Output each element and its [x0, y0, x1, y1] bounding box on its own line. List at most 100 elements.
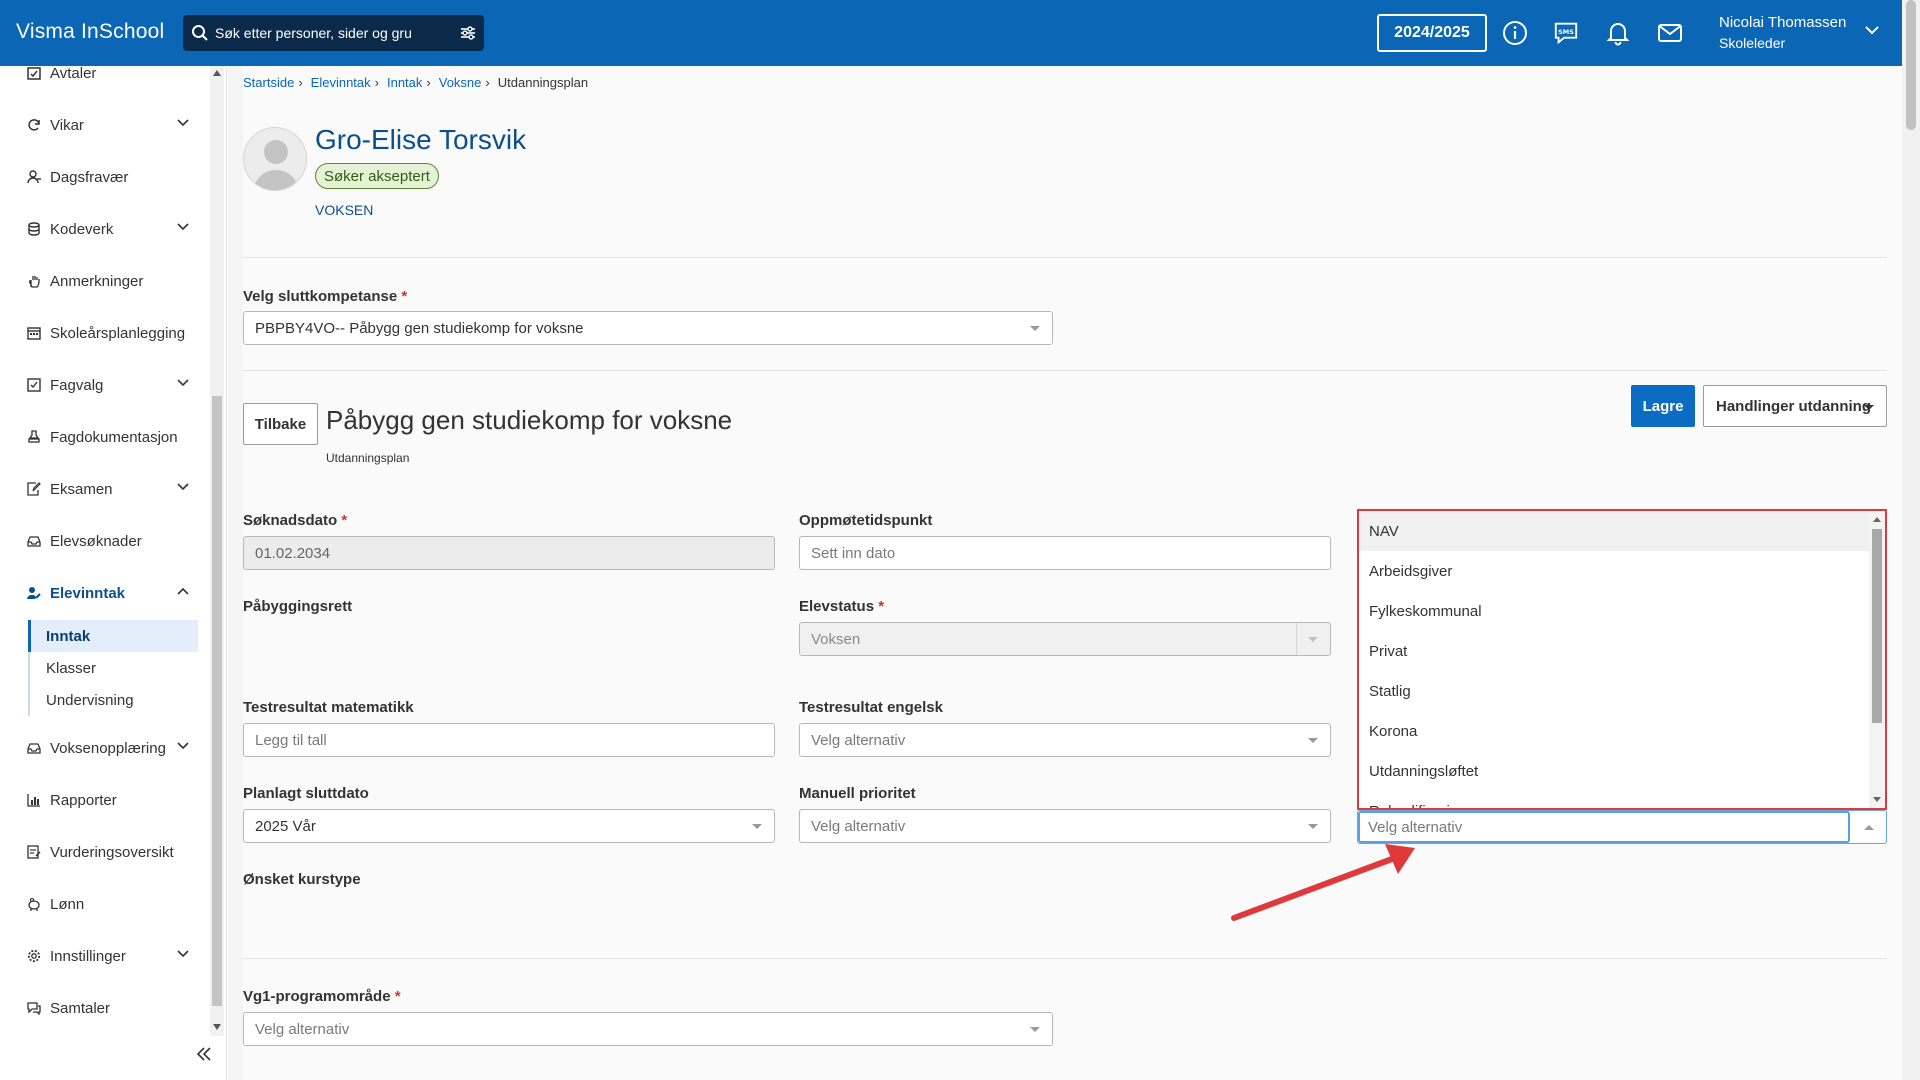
- sidebar-item-vurderingsoversikt[interactable]: Vurderingsoversikt: [26, 837, 190, 867]
- dropdown-option[interactable]: Fylkeskommunal: [1359, 591, 1869, 631]
- sidebar-subitem-undervisning[interactable]: Undervisning: [28, 684, 198, 716]
- actions-dropdown-button[interactable]: Handlinger utdanning: [1703, 385, 1887, 427]
- sidebar-item-samtaler[interactable]: Samtaler: [26, 993, 190, 1023]
- sidebar-item-eksamen[interactable]: Eksamen: [26, 474, 190, 504]
- dropdown-option[interactable]: Statlig: [1359, 671, 1869, 711]
- divider: [243, 257, 1887, 258]
- breadcrumb-link[interactable]: Startside: [243, 75, 294, 90]
- calendar-check-icon: [26, 65, 42, 81]
- database-icon: [26, 221, 42, 237]
- sidebar-item-label: Samtaler: [50, 999, 111, 1017]
- global-search[interactable]: [183, 15, 484, 51]
- caret-down-icon: [1308, 738, 1318, 743]
- vg1-select[interactable]: Velg alternativ: [243, 1012, 1053, 1046]
- sidebar-item-label: Voksenopplæring: [50, 739, 166, 757]
- sidebar-subitem-klasser[interactable]: Klasser: [28, 652, 198, 684]
- calendar-icon: [26, 325, 42, 341]
- top-bar: Visma InSchool 2024/2025 SMS Nicolai Tho…: [0, 0, 1902, 66]
- section-subtitle: Utdanningsplan: [326, 451, 410, 465]
- avatar: [243, 127, 307, 191]
- caret-down-icon: [1864, 405, 1874, 410]
- user-menu[interactable]: Nicolai Thomassen Skoleleder: [1719, 13, 1846, 53]
- sidebar-item-label: Fagvalg: [50, 376, 104, 394]
- sluttkompetanse-select[interactable]: PBPBY4VO-- Påbygg gen studiekomp for vok…: [243, 311, 1053, 345]
- caret-up-icon: [1864, 825, 1874, 830]
- chevron-right-icon: ›: [298, 75, 303, 90]
- chevron-down-icon[interactable]: [1864, 24, 1880, 36]
- sidebar-item-fagvalg[interactable]: Fagvalg: [26, 370, 190, 400]
- chevron-right-icon: ›: [426, 75, 431, 90]
- sluttdato-select[interactable]: 2025 Vår: [243, 809, 775, 843]
- sidebar-item-label: Kodeverk: [50, 220, 114, 238]
- breadcrumb-link[interactable]: Voksne: [439, 75, 482, 90]
- oppmote-date-input[interactable]: Sett inn dato: [799, 536, 1331, 570]
- engelsk-select[interactable]: Velg alternativ: [799, 723, 1331, 757]
- breadcrumb-current: Utdanningsplan: [497, 75, 589, 90]
- user-name: Nicolai Thomassen: [1719, 14, 1847, 31]
- sidebar-item-vikar[interactable]: Vikar: [26, 110, 190, 140]
- dropdown-option[interactable]: Rekvalifisering: [1359, 791, 1869, 809]
- matte-input[interactable]: Legg til tall: [243, 723, 775, 757]
- breadcrumb: Startside › Elevinntak › Inntak › Voksne › U…: [243, 75, 592, 90]
- sidebar-item-elevinntak[interactable]: Elevinntak: [26, 578, 190, 608]
- sidebar-item-dagsfravaer[interactable]: Dagsfravær: [26, 162, 190, 192]
- refresh-icon: [26, 117, 42, 133]
- edit-doc-icon: [26, 481, 42, 497]
- sidebar-item-lonn[interactable]: Lønn: [26, 889, 190, 919]
- checkbox-icon: [26, 377, 42, 393]
- sidebar-item-avtaler[interactable]: Avtaler: [26, 58, 190, 88]
- dropdown-option[interactable]: Privat: [1359, 631, 1869, 671]
- sidebar-item-label: Eksamen: [50, 480, 113, 498]
- oppmote-label: Oppmøtetidspunkt: [799, 512, 933, 529]
- chevron-down-icon: [177, 379, 189, 387]
- sidebar-item-label: Anmerkninger: [50, 272, 144, 290]
- sidebar-item-fagdokumentasjon[interactable]: Fagdokumentasjon: [26, 422, 190, 452]
- search-input[interactable]: [215, 25, 455, 41]
- dropdown-option[interactable]: Arbeidsgiver: [1359, 551, 1869, 591]
- back-button[interactable]: Tilbake: [243, 403, 318, 445]
- sidebar-item-rapporter[interactable]: Rapporter: [26, 785, 190, 815]
- sidebar-scrollbar[interactable]: [210, 66, 224, 1036]
- inbox-icon: [26, 533, 42, 549]
- collapse-sidebar-icon[interactable]: [196, 1046, 212, 1062]
- dropdown-option[interactable]: Korona: [1359, 711, 1869, 751]
- funding-dropdown-list[interactable]: NAV Arbeidsgiver Fylkeskommunal Privat S…: [1357, 509, 1887, 810]
- sms-icon[interactable]: SMS: [1553, 20, 1579, 46]
- funding-select-input[interactable]: Velg alternativ: [1357, 810, 1887, 844]
- sidebar-item-innstillinger[interactable]: Innstillinger: [26, 941, 190, 971]
- dropdown-scrollbar[interactable]: [1869, 511, 1885, 808]
- sidebar-item-anmerkninger[interactable]: Anmerkninger: [26, 266, 190, 296]
- sidebar-item-kodeverk[interactable]: Kodeverk: [26, 214, 190, 244]
- caret-down-icon: [1030, 1027, 1040, 1032]
- save-button[interactable]: Lagre: [1631, 385, 1695, 427]
- mail-icon[interactable]: [1657, 20, 1683, 46]
- engelsk-label: Testresultat engelsk: [799, 699, 943, 716]
- school-year-button[interactable]: 2024/2025: [1377, 14, 1487, 52]
- breadcrumb-link[interactable]: Elevinntak: [311, 75, 371, 90]
- page-scrollbar[interactable]: [1902, 0, 1920, 1080]
- sidebar-item-label: Dagsfravær: [50, 168, 129, 186]
- prioritet-label: Manuell prioritet: [799, 785, 916, 802]
- sidebar-item-label: Fagdokumentasjon: [50, 428, 178, 446]
- chat-icon: [26, 1000, 42, 1016]
- filter-icon[interactable]: [460, 25, 476, 41]
- sidebar-subitem-inntak[interactable]: Inntak: [28, 620, 198, 652]
- info-icon[interactable]: [1502, 20, 1528, 46]
- chevron-down-icon: [177, 119, 189, 127]
- sidebar-item-voksenopplaering[interactable]: Voksenopplæring: [26, 733, 190, 763]
- app-brand[interactable]: Visma InSchool: [16, 20, 164, 44]
- caret-down-icon: [1308, 637, 1318, 642]
- sidebar-item-label: Elevinntak: [50, 584, 126, 602]
- sidebar-item-label: Rapporter: [50, 791, 117, 809]
- sluttdato-label: Planlagt sluttdato: [243, 785, 369, 802]
- gear-icon: [26, 948, 42, 964]
- dropdown-option[interactable]: Utdanningsløftet: [1359, 751, 1869, 791]
- sidebar-item-skolearsplanlegging[interactable]: Skoleårsplanlegging: [26, 318, 190, 348]
- sidebar-item-elevsoknader[interactable]: Elevsøknader: [26, 526, 190, 556]
- chevron-right-icon: ›: [485, 75, 490, 90]
- breadcrumb-link[interactable]: Inntak: [387, 75, 422, 90]
- bell-icon[interactable]: [1605, 20, 1631, 46]
- dropdown-option[interactable]: NAV: [1359, 511, 1869, 551]
- prioritet-select[interactable]: Velg alternativ: [799, 809, 1331, 843]
- elevstatus-label: Elevstatus *: [799, 598, 885, 615]
